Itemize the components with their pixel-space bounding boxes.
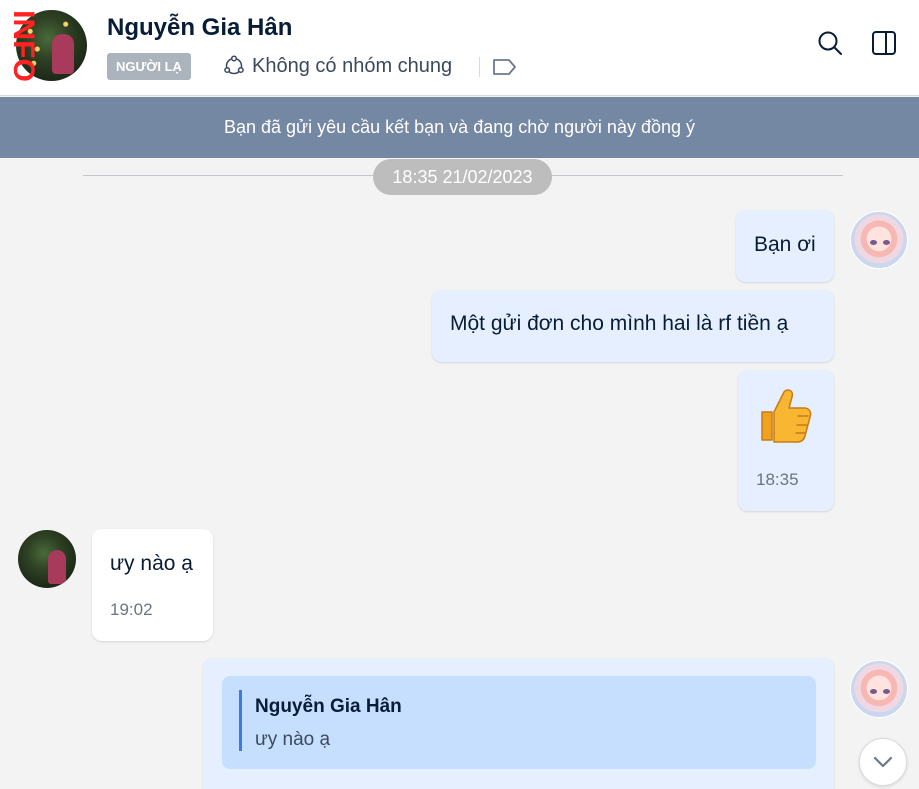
stranger-badge: NGƯỜI LẠ: [107, 53, 191, 80]
quote-bar: [239, 690, 242, 751]
message-time: 18:35: [756, 470, 799, 489]
avatar-eye: [883, 689, 890, 694]
contact-avatar-small[interactable]: [18, 530, 76, 588]
header-divider: [479, 57, 480, 77]
avatar-eye: [883, 240, 890, 245]
thumbs-up-icon: [761, 389, 812, 443]
message-time: 19:02: [110, 600, 153, 619]
search-icon: [818, 31, 842, 55]
time-divider: 18:35 21/02/2023: [373, 159, 552, 195]
svg-text:INFO: INFO: [7, 10, 40, 82]
quote-text: ưy nào ạ: [255, 729, 331, 750]
quote-author: Nguyễn Gia Hân: [255, 696, 402, 717]
chevron-down-icon: [873, 756, 893, 768]
message-text: ưy nào ạ: [110, 552, 193, 575]
mutual-groups[interactable]: Không có nhóm chung: [222, 52, 452, 80]
avatar-figure: [48, 550, 66, 584]
my-avatar[interactable]: [850, 211, 908, 269]
my-avatar[interactable]: [850, 660, 908, 718]
contact-name[interactable]: Nguyễn Gia Hân: [107, 14, 292, 42]
message-bubble[interactable]: Bạn ơi: [736, 210, 834, 282]
info-watermark-icon: INFO: [7, 10, 40, 82]
tag-label-icon[interactable]: [492, 56, 518, 78]
message-text: Một gửi đơn cho mình hai là rf tiền ạ: [450, 312, 789, 335]
group-icon: [224, 55, 244, 75]
search-button[interactable]: [815, 28, 845, 58]
mutual-groups-label: Không có nhóm chung: [252, 54, 453, 77]
sidebar-toggle-icon: [872, 31, 896, 55]
message-bubble[interactable]: ưy nào ạ 19:02: [92, 529, 213, 641]
avatar-eye: [870, 689, 877, 694]
scroll-to-bottom-button[interactable]: [859, 738, 907, 786]
avatar-figure: [52, 34, 74, 74]
sidebar-toggle-button[interactable]: [869, 28, 899, 58]
avatar-eye: [870, 240, 877, 245]
friend-request-banner: Bạn đã gửi yêu cầu kết bạn và đang chờ n…: [0, 97, 919, 158]
message-text: Bạn ơi: [754, 233, 816, 256]
message-bubble[interactable]: Một gửi đơn cho mình hai là rf tiền ạ: [432, 290, 834, 362]
quoted-message[interactable]: Nguyễn Gia Hân ưy nào ạ: [222, 676, 816, 769]
sticker-bubble[interactable]: 18:35: [738, 370, 834, 511]
chat-header: INFO Nguyễn Gia Hân NGƯỜI LẠ Không có nh…: [0, 0, 919, 96]
